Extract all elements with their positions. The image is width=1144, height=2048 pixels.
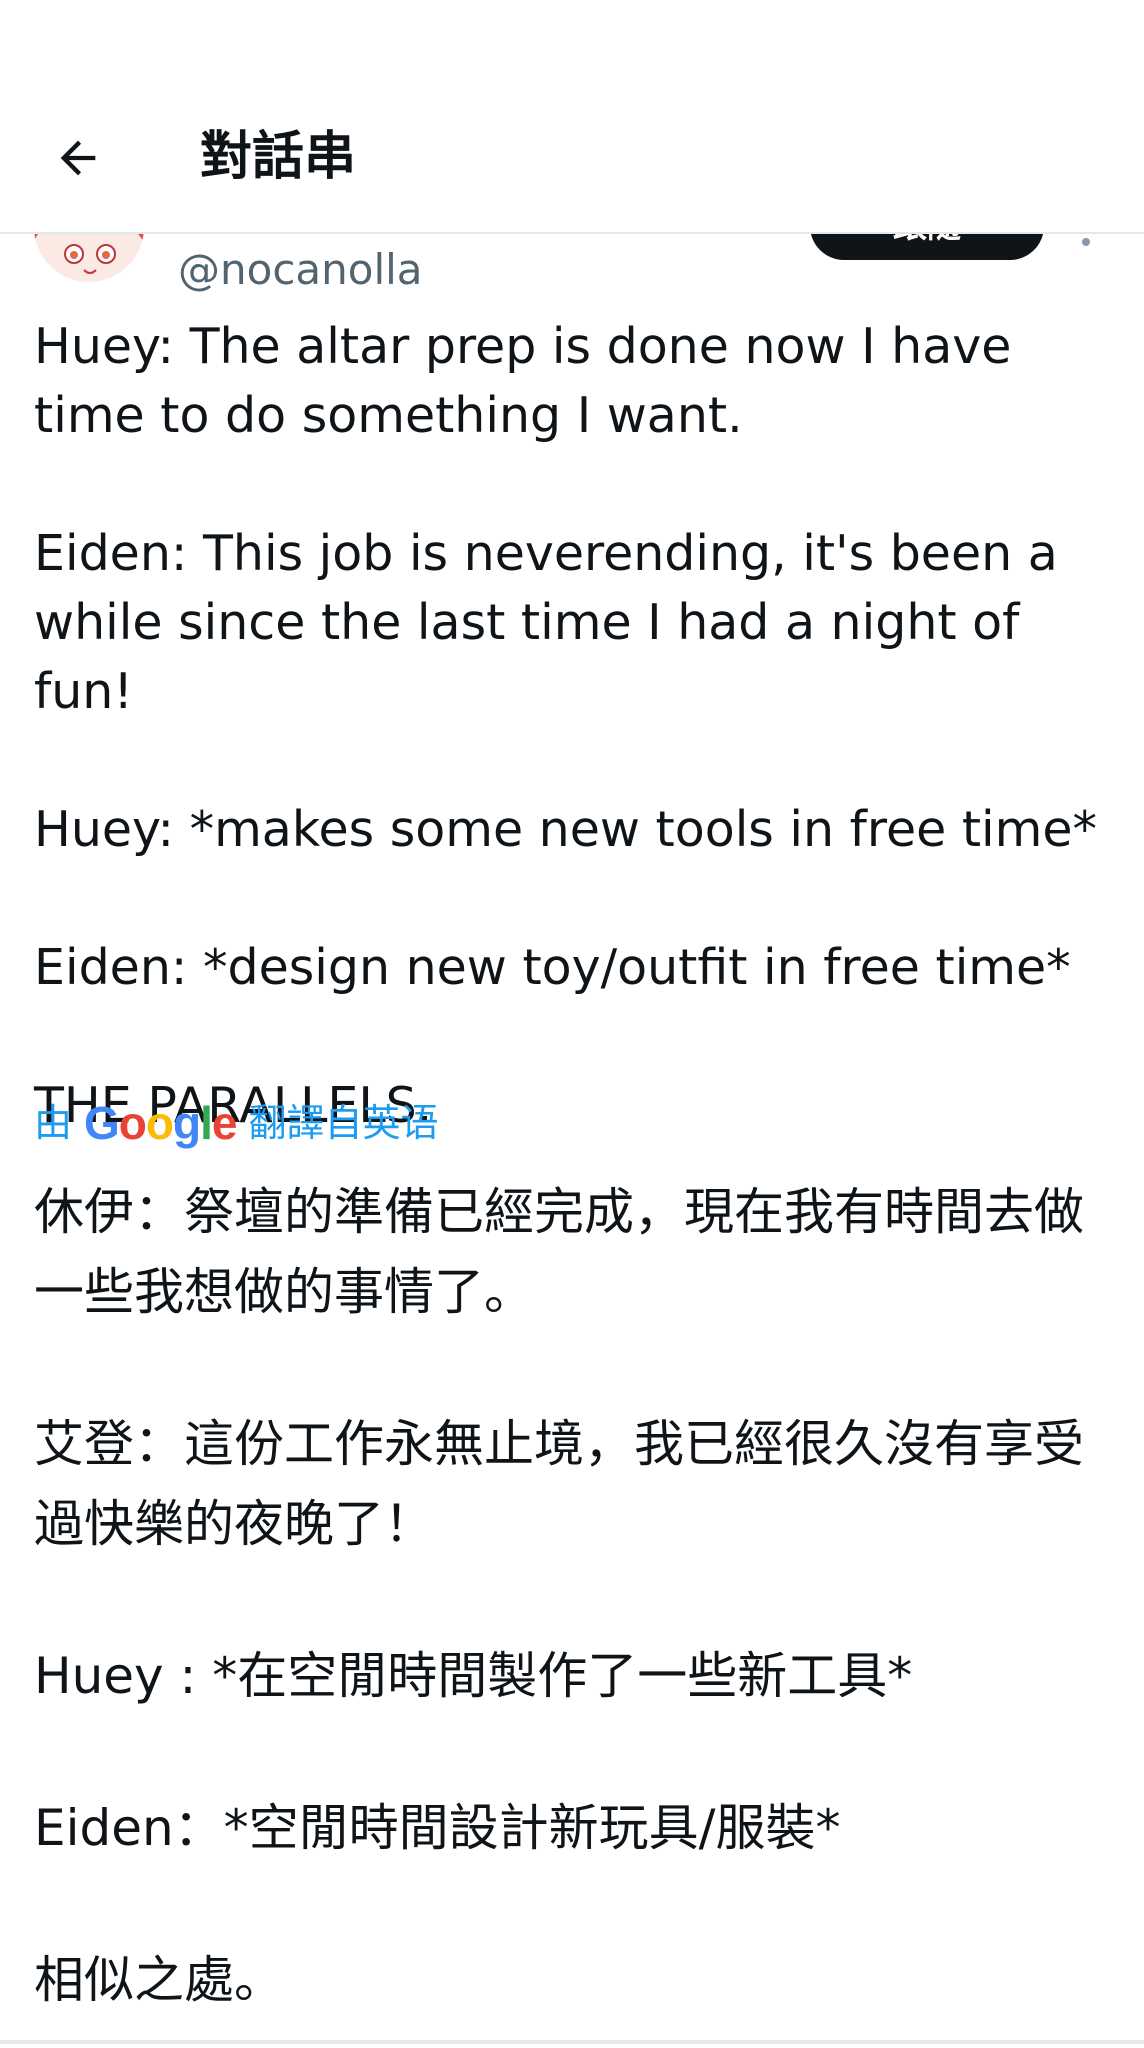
google-logo-letter: l bbox=[200, 1097, 213, 1149]
tweet-paragraph: Eiden: *design new toy/outfit in free ti… bbox=[34, 939, 1071, 996]
tweet-paragraph: Eiden: This job is neverending, it's bee… bbox=[34, 525, 1058, 720]
google-logo-letter: e bbox=[211, 1097, 238, 1149]
page-title: 對話串 bbox=[200, 127, 357, 187]
more-options-icon[interactable] bbox=[1082, 238, 1090, 246]
tweet-detail: 跟隨 @nocanolla Huey: The altar prep is do… bbox=[0, 232, 1144, 2048]
google-logo-letter: g bbox=[173, 1097, 201, 1149]
translation-attribution[interactable]: 由 Google 翻譯自英语 bbox=[34, 1098, 439, 1148]
top-app-bar: 對話串 bbox=[0, 0, 1144, 234]
translated-paragraph: 艾登：這份工作永無止境，我已經很久沒有享受過快樂的夜晚了！ bbox=[34, 1415, 1084, 1553]
back-button[interactable] bbox=[40, 120, 116, 196]
avatar[interactable] bbox=[34, 232, 144, 282]
translation-suffix: 翻譯自英语 bbox=[248, 1101, 439, 1145]
translated-paragraph: 休伊：祭壇的準備已經完成，現在我有時間去做一些我想做的事情了。 bbox=[34, 1183, 1084, 1321]
translated-paragraph: Huey : *在空閒時間製作了一些新工具* bbox=[34, 1647, 913, 1705]
follow-button[interactable]: 跟隨 bbox=[810, 232, 1044, 260]
google-logo: Google bbox=[84, 1097, 238, 1149]
translation-prefix: 由 bbox=[34, 1101, 73, 1145]
user-handle[interactable]: @nocanolla bbox=[178, 242, 423, 298]
tweet-paragraph: Huey: *makes some new tools in free time… bbox=[34, 801, 1098, 858]
google-logo-letter: o bbox=[118, 1097, 147, 1149]
tweet-paragraph: Huey: The altar prep is done now I have … bbox=[34, 318, 1012, 444]
google-logo-letter: o bbox=[145, 1097, 174, 1149]
tweet-body: Huey: The altar prep is done now I have … bbox=[34, 312, 1124, 1209]
avatar-image bbox=[34, 232, 144, 282]
divider bbox=[0, 2040, 1144, 2044]
arrow-left-icon bbox=[60, 140, 96, 176]
translated-paragraph: Eiden：*空閒時間設計新玩具/服裝* bbox=[34, 1799, 841, 1857]
google-logo-letter: G bbox=[84, 1097, 120, 1149]
translated-body: 休伊：祭壇的準備已經完成，現在我有時間去做一些我想做的事情了。 艾登：這份工作永… bbox=[34, 1172, 1124, 2048]
translated-paragraph: 相似之處。 bbox=[34, 1951, 284, 2009]
